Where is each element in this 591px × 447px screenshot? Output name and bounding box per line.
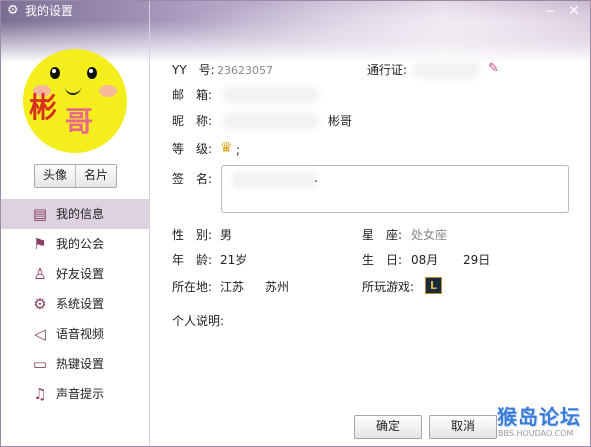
nickname-prefix-redacted <box>225 115 317 127</box>
avatar-text-1: 彬 <box>29 91 58 124</box>
intro-label: 个人说明: <box>172 314 225 328</box>
yy-label: YY 号: <box>172 63 215 77</box>
sidebar-item-label: 热键设置 <box>56 357 105 371</box>
signature-text: . <box>314 171 318 185</box>
location-label: 所在地: <box>172 280 213 294</box>
zodiac-value: 处女座 <box>411 228 448 242</box>
avatar[interactable]: 彬 哥 <box>23 49 127 153</box>
sidebar-item-label: 我的公会 <box>56 237 105 251</box>
crown-icon: ♛ <box>220 140 233 156</box>
birth-day: 29日 <box>463 253 491 267</box>
sidebar-item-label: 语音视频 <box>56 327 105 341</box>
sidebar-item-label: 系统设置 <box>56 297 105 311</box>
keyboard-icon: ▭ <box>32 355 48 373</box>
gear-icon: ⚙ <box>33 295 47 313</box>
sidebar-item-label: 我的信息 <box>56 207 105 221</box>
zodiac-label: 星 座: <box>362 228 403 242</box>
sidebar-item-sound-alerts[interactable]: ♫ 声音提示 <box>1 379 149 409</box>
flag-icon: ⚑ <box>33 235 47 253</box>
sidebar-item-voice-video[interactable]: ◁ 语音视频 <box>1 319 149 349</box>
card-button[interactable]: 名片 <box>75 165 116 187</box>
avatar-buttons: 头像 名片 <box>34 164 118 188</box>
sidebar-nav: ▤ 我的信息 ⚑ 我的公会 ♙ 好友设置 ⚙ 系统设置 ◁ 语音视频 ▭ 热键设… <box>1 199 149 409</box>
gender-label: 性 别: <box>172 228 213 242</box>
cancel-button[interactable]: 取消 <box>429 415 497 439</box>
nickname-label: 昵 称: <box>172 114 213 128</box>
sidebar-item-friend-settings[interactable]: ♙ 好友设置 <box>1 259 149 289</box>
sidebar-item-label: 声音提示 <box>56 387 105 401</box>
birthday-label: 生 日: <box>362 253 403 267</box>
profile-icon: ▤ <box>32 205 48 223</box>
signature-value-redacted <box>234 174 314 186</box>
gender-value: 男 <box>220 228 233 242</box>
level-suffix: ; <box>236 143 241 157</box>
game-icon[interactable]: L <box>425 277 442 294</box>
sidebar: 彬 哥 头像 名片 ▤ 我的信息 ⚑ 我的公会 ♙ 好友设置 ⚙ 系统设置 ◁ … <box>1 1 150 446</box>
email-value-redacted <box>225 89 317 101</box>
ok-button[interactable]: 确定 <box>354 415 422 439</box>
edit-pencil-icon[interactable]: ✎ <box>488 62 502 76</box>
speaker-icon: ◁ <box>34 325 46 343</box>
signature-label: 签 名: <box>172 172 213 186</box>
sidebar-item-label: 好友设置 <box>56 267 105 281</box>
level-label: 等 级: <box>172 142 213 156</box>
sidebar-item-my-info[interactable]: ▤ 我的信息 <box>1 199 149 229</box>
minimize-button[interactable]: ‒ <box>542 3 558 19</box>
watermark-url: BBS.HOUDAO.COM <box>498 429 574 438</box>
birth-month: 08月 <box>411 253 439 267</box>
yy-number: 23623057 <box>217 64 273 77</box>
passport-label: 通行证: <box>367 63 408 77</box>
music-note-icon: ♫ <box>33 385 47 403</box>
sidebar-item-hotkey-settings[interactable]: ▭ 热键设置 <box>1 349 149 379</box>
province-value: 江苏 <box>220 280 245 294</box>
sidebar-item-system-settings[interactable]: ⚙ 系统设置 <box>1 289 149 319</box>
signature-field[interactable]: . <box>221 165 569 213</box>
age-value: 21岁 <box>220 253 248 267</box>
passport-value-redacted <box>415 64 477 76</box>
watermark-logo: 猴岛论坛 <box>497 405 581 429</box>
city-value: 苏州 <box>265 280 290 294</box>
close-button[interactable]: ✕ <box>566 3 582 19</box>
nickname-value: 彬哥 <box>328 114 353 128</box>
sidebar-item-my-guild[interactable]: ⚑ 我的公会 <box>1 229 149 259</box>
avatar-text-2: 哥 <box>65 105 94 138</box>
age-label: 年 龄: <box>172 253 213 267</box>
person-icon: ♙ <box>33 265 47 283</box>
settings-window: ⚙ 我的设置 ‒ ✕ 彬 哥 头像 名片 ▤ 我的信息 ⚑ 我的公会 ♙ 好友设… <box>0 0 591 447</box>
avatar-button[interactable]: 头像 <box>35 165 75 187</box>
games-label: 所玩游戏: <box>362 280 415 294</box>
email-label: 邮 箱: <box>172 88 213 102</box>
